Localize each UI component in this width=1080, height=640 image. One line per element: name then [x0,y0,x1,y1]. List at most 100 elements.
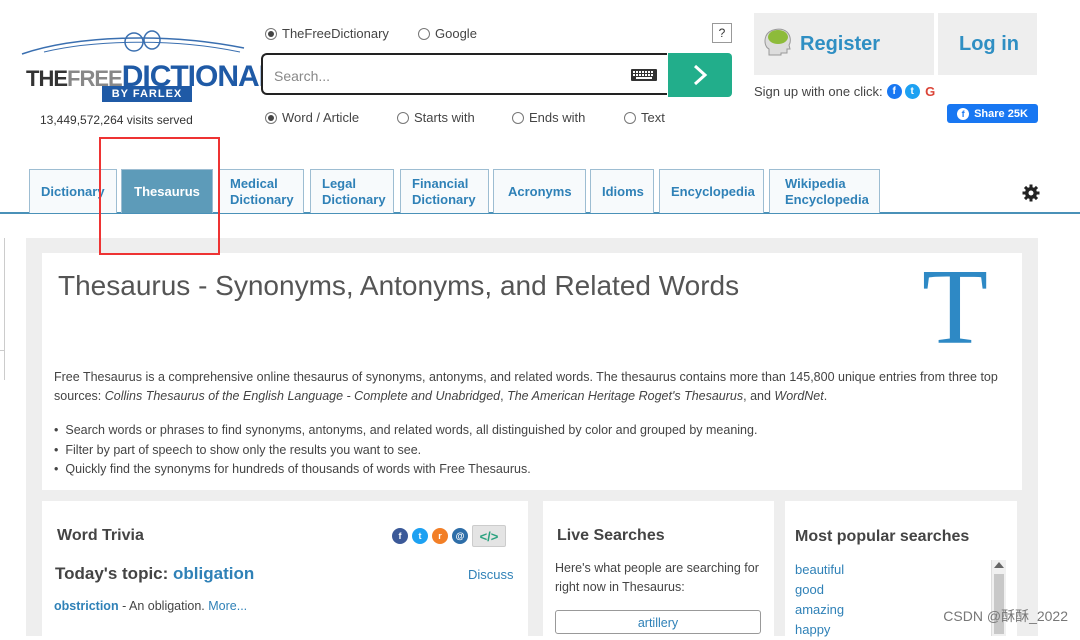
google-icon[interactable]: G [922,84,938,99]
register-button[interactable]: Register [754,13,934,75]
thesaurus-letter-logo: T [922,248,988,367]
trivia-heading: Word Trivia [57,527,144,544]
facebook-icon: f [957,107,970,120]
radio-label: Word / Article [282,110,360,125]
brain-head-icon [764,28,791,56]
radio-label: TheFreeDictionary [282,26,389,41]
chevron-right-icon [693,64,708,86]
login-button[interactable]: Log in [938,13,1037,75]
rss-icon[interactable]: r [432,528,448,544]
tab-label: Encyclopedia [671,183,755,199]
help-button[interactable]: ? [712,23,732,43]
source-roget: The American Heritage Roget's Thesaurus [507,389,744,403]
popular-searches-heading: Most popular searches [795,528,970,545]
topic-prefix: Today's topic: [55,564,174,583]
tab-legal-dictionary[interactable]: Legal Dictionary [310,169,394,213]
live-searches-card: Live Searches Here's what people are sea… [543,501,774,636]
tab-acronyms[interactable]: Acronyms [493,169,586,213]
radio-label: Google [435,26,477,41]
tab-label: Medical Dictionary [230,175,294,207]
popular-search-link[interactable]: beautiful [795,560,844,580]
scroll-up-arrow-icon[interactable] [994,562,1004,568]
facebook-icon[interactable]: f [886,84,902,99]
logo-tagline: BY FARLEX [111,88,183,100]
twitter-icon[interactable]: t [904,84,920,99]
trivia-definition: obstriction - An obligation. More... [54,599,247,613]
share-label: Share 25K [974,107,1028,120]
intro-separator: , and [743,389,775,403]
live-search-item[interactable]: artillery [555,610,761,634]
tab-label: Idioms [602,183,644,199]
signup-text: Sign up with one click: [754,84,883,99]
left-sidebar-divider [0,350,4,351]
tab-encyclopedia[interactable]: Encyclopedia [659,169,764,213]
tab-label: Dictionary [41,183,105,199]
radio-dot [624,111,636,124]
live-searches-heading: Live Searches [557,527,665,544]
radio-dot [265,27,277,40]
mode-word-article-radio[interactable]: Word / Article [265,110,359,125]
source-google-radio[interactable]: Google [418,26,477,41]
login-label: Log in [959,33,1019,55]
visits-counter: 13,449,572,264 visits served [40,113,193,127]
more-link[interactable]: More... [208,599,247,613]
tab-wikipedia-encyclopedia[interactable]: Wikipedia Encyclopedia [769,169,880,213]
radio-dot [418,27,430,40]
popular-search-link[interactable]: good [795,580,844,600]
word-trivia-card: Word Trivia f t r @ </> Today's topic: o… [42,501,528,636]
intro-end: . [823,389,828,403]
tab-financial-dictionary[interactable]: Financial Dictionary [400,169,489,213]
facebook-share-button[interactable]: f Share 25K [947,104,1038,123]
logo-the: THE [26,66,68,91]
tab-medical-dictionary[interactable]: Medical Dictionary [218,169,304,213]
embed-code-button[interactable]: </> [472,525,506,547]
radio-dot [512,111,524,124]
radio-label: Text [641,110,665,125]
mode-text-radio[interactable]: Text [624,110,665,125]
feature-item: Quickly find the synonyms for hundreds o… [54,460,1004,480]
trivia-topic: Today's topic: obligation [55,564,254,584]
popular-searches-list: beautiful good amazing happy [795,560,844,640]
thesaurus-intro-panel: Thesaurus - Synonyms, Antonyms, and Rela… [42,253,1022,490]
trivia-share-icons: f t r @ </> [392,525,506,547]
radio-dot [265,111,277,124]
source-collins: Collins Thesaurus of the English Languag… [104,389,501,403]
source-wordnet: WordNet [774,389,824,403]
search-box [261,53,667,95]
topic-word-link[interactable]: obligation [173,564,254,583]
radio-label: Starts with [414,110,475,125]
left-sidebar-edge [0,238,5,380]
email-icon[interactable]: @ [452,528,468,544]
feature-item: Filter by part of speech to show only th… [54,441,1004,461]
gear-icon[interactable] [1021,183,1041,203]
mode-ends-with-radio[interactable]: Ends with [512,110,585,125]
definition-text: - An obligation. [118,599,209,613]
feature-item: Search words or phrases to find synonyms… [54,421,1004,441]
search-submit-button[interactable] [668,53,732,97]
tab-label: Financial Dictionary [412,175,476,207]
thesaurus-tab-highlight [99,137,220,255]
signup-row: Sign up with one click: f t G [754,84,938,99]
facebook-icon[interactable]: f [392,528,408,544]
mode-starts-with-radio[interactable]: Starts with [397,110,475,125]
source-thefreedictionary-radio[interactable]: TheFreeDictionary [265,26,389,41]
radio-dot [397,111,409,124]
page-title: Thesaurus - Synonyms, Antonyms, and Rela… [58,270,740,301]
watermark: CSDN @酥酥_2022 [943,608,1068,624]
tab-label: Wikipedia Encyclopedia [785,175,869,207]
tab-idioms[interactable]: Idioms [590,169,654,213]
radio-label: Ends with [529,110,586,125]
site-logo[interactable]: THEFREEDICTIONARY BY FARLEX [14,28,298,108]
twitter-icon[interactable]: t [412,528,428,544]
tab-label: Acronyms [508,183,572,199]
intro-paragraph: Free Thesaurus is a comprehensive online… [54,368,1004,406]
live-searches-description: Here's what people are searching for rig… [555,561,759,594]
search-input[interactable] [272,65,616,87]
keyboard-icon[interactable] [631,69,657,81]
popular-search-link[interactable]: happy [795,620,844,640]
popular-search-link[interactable]: amazing [795,600,844,620]
feature-list: Search words or phrases to find synonyms… [54,421,1004,480]
discuss-link[interactable]: Discuss [468,567,514,582]
definition-word-link[interactable]: obstriction [54,599,119,613]
register-label: Register [800,33,881,55]
